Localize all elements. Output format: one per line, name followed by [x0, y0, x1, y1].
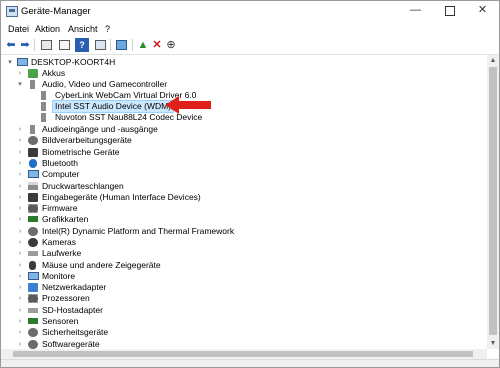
collapse-chevron-icon[interactable]: ▾: [16, 79, 24, 90]
expand-chevron-icon[interactable]: ›: [16, 226, 24, 237]
device-manager-app-icon: [6, 6, 18, 17]
scroll-up-icon[interactable]: ▲: [487, 55, 499, 66]
sensor-icon: [28, 318, 38, 324]
expand-chevron-icon[interactable]: ›: [16, 271, 24, 282]
display-adapter-icon: [28, 216, 38, 222]
expand-chevron-icon[interactable]: ›: [16, 327, 24, 338]
red-arrow-annotation: [165, 96, 211, 114]
network-adapter-icon: [28, 283, 38, 292]
menu-aktion[interactable]: Aktion: [35, 24, 60, 34]
software-device-icon: [28, 340, 38, 349]
expand-chevron-icon[interactable]: ›: [16, 237, 24, 248]
collapse-chevron-icon[interactable]: ▾: [6, 57, 14, 68]
bluetooth-icon: [29, 159, 37, 168]
expand-chevron-icon[interactable]: ›: [16, 192, 24, 203]
expand-chevron-icon[interactable]: ›: [16, 260, 24, 271]
update-driver-icon[interactable]: ▲: [136, 38, 150, 52]
forward-arrow-icon[interactable]: ➡: [18, 38, 32, 52]
selected-device-label: Intel SST Audio Device (WDM): [51, 100, 175, 113]
expand-chevron-icon[interactable]: ›: [16, 293, 24, 304]
system-device-icon: [28, 227, 38, 236]
expand-chevron-icon[interactable]: ›: [16, 68, 24, 79]
expand-chevron-icon[interactable]: ›: [16, 316, 24, 327]
status-bar: [1, 359, 499, 367]
tree-root-label: DESKTOP-KOORT4H: [31, 57, 116, 67]
expand-chevron-icon[interactable]: ›: [16, 248, 24, 259]
toolbar: ⬅ ➡ ? ▲ ✕ ⊕: [1, 37, 499, 55]
speaker-icon: [41, 113, 46, 122]
speaker-icon: [41, 91, 46, 100]
menu-ansicht[interactable]: Ansicht: [68, 24, 98, 34]
audio-io-icon: [30, 125, 35, 134]
window-title: Geräte-Manager: [21, 6, 91, 17]
close-button[interactable]: ✕: [466, 1, 499, 21]
speaker-icon: [41, 102, 46, 111]
processor-icon: [28, 294, 38, 303]
horizontal-scrollbar[interactable]: [1, 349, 487, 359]
device-tree: ▾ DESKTOP-KOORT4H › Akkus ▾ Audio, Video…: [1, 55, 487, 349]
expand-chevron-icon[interactable]: ›: [16, 282, 24, 293]
printer-icon: [28, 182, 38, 190]
minimize-button[interactable]: —: [399, 1, 432, 21]
hid-icon: [28, 193, 38, 202]
horizontal-scroll-thumb[interactable]: [13, 351, 473, 357]
help-icon[interactable]: ?: [75, 38, 89, 52]
expand-chevron-icon[interactable]: ›: [16, 181, 24, 192]
menu-help[interactable]: ?: [105, 24, 110, 34]
computer-icon: [28, 170, 39, 178]
expand-chevron-icon[interactable]: ›: [16, 305, 24, 316]
expand-chevron-icon[interactable]: ›: [16, 169, 24, 180]
computer-icon: [17, 58, 28, 66]
expand-chevron-icon[interactable]: ›: [16, 135, 24, 146]
imaging-device-icon: [28, 136, 38, 145]
vertical-scroll-thumb[interactable]: [489, 67, 497, 335]
device-list-icon[interactable]: [57, 38, 71, 52]
camera-icon: [28, 238, 38, 247]
expand-chevron-icon[interactable]: ›: [16, 214, 24, 225]
disk-drive-icon: [28, 251, 38, 256]
monitor-icon: [28, 272, 39, 280]
battery-icon: [28, 69, 38, 78]
fingerprint-icon: [28, 148, 38, 157]
resources-icon[interactable]: [93, 38, 107, 52]
uninstall-icon[interactable]: ✕: [150, 38, 164, 52]
mouse-icon: [29, 261, 36, 270]
expand-chevron-icon[interactable]: ›: [16, 147, 24, 158]
expand-chevron-icon[interactable]: ›: [16, 124, 24, 135]
scan-hardware-icon[interactable]: [114, 38, 128, 52]
expand-chevron-icon[interactable]: ›: [16, 203, 24, 214]
back-arrow-icon[interactable]: ⬅: [4, 38, 18, 52]
device-manager-window: Geräte-Manager — ✕ Datei Aktion Ansicht …: [0, 0, 500, 368]
sd-host-icon: [28, 308, 38, 313]
scroll-down-icon[interactable]: ▼: [487, 338, 499, 349]
menu-bar: Datei Aktion Ansicht ?: [1, 21, 499, 37]
security-device-icon: [28, 328, 38, 337]
disable-icon[interactable]: ⊕: [164, 38, 178, 52]
properties-icon[interactable]: [39, 38, 53, 52]
speaker-icon: [30, 80, 35, 89]
menu-datei[interactable]: Datei: [8, 24, 29, 34]
firmware-icon: [28, 204, 38, 213]
title-bar: Geräte-Manager — ✕: [1, 1, 499, 21]
maximize-button[interactable]: [433, 1, 466, 21]
vertical-scrollbar[interactable]: ▲ ▼: [487, 55, 499, 349]
expand-chevron-icon[interactable]: ›: [16, 158, 24, 169]
